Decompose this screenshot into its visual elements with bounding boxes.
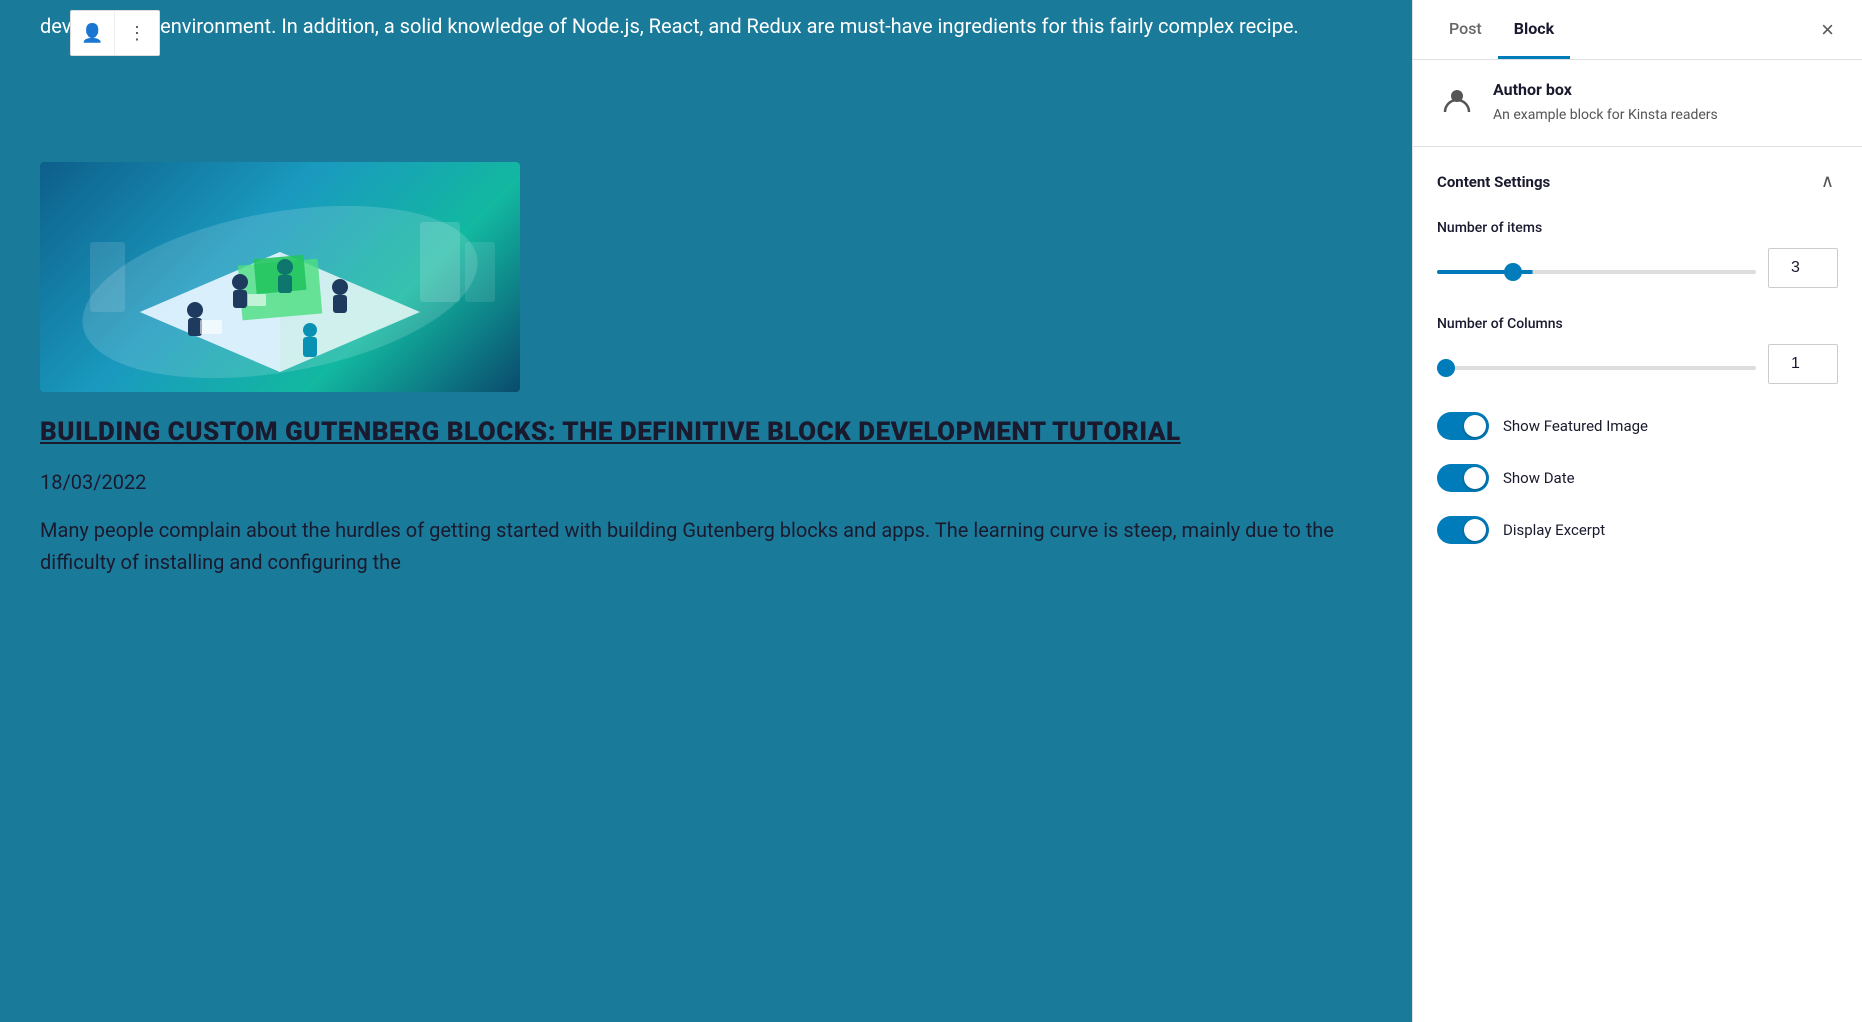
items-slider-row: 3 [1437,248,1838,288]
section-header: Content Settings ∧ [1437,167,1838,196]
show-featured-image-label: Show Featured Image [1503,417,1648,435]
show-featured-image-toggle[interactable] [1437,412,1489,440]
toggle-knob-date [1464,467,1486,489]
toggle-knob-excerpt [1464,519,1486,541]
items-slider[interactable] [1437,270,1756,274]
show-date-toggle[interactable] [1437,464,1489,492]
columns-number-input[interactable]: 1 [1768,344,1838,384]
show-date-label: Show Date [1503,469,1575,487]
block-description: An example block for Kinsta readers [1493,105,1718,126]
display-excerpt-label: Display Excerpt [1503,521,1605,539]
content-area: 👤 ⋮ development environment. In addition… [0,0,1412,1022]
toolbar-user-button[interactable]: 👤 [71,11,115,55]
sidebar-tabs: Post Block × [1413,0,1862,60]
number-of-columns-label: Number of Columns [1437,316,1838,332]
close-button[interactable]: × [1813,13,1842,47]
tab-post[interactable]: Post [1433,1,1498,59]
toolbar-more-button[interactable]: ⋮ [115,11,159,55]
post-date: 18/03/2022 [40,470,1372,494]
number-of-items-setting: Number of items 3 [1437,220,1838,288]
columns-slider-row: 1 [1437,344,1838,384]
section-title: Content Settings [1437,173,1550,191]
columns-slider-container [1437,355,1756,374]
content-settings-section: Content Settings ∧ Number of items 3 Num… [1413,147,1862,588]
collapse-button[interactable]: ∧ [1817,167,1838,196]
show-date-row: Show Date [1437,464,1838,492]
sidebar: Post Block × Author box An example block… [1412,0,1862,1022]
toggle-knob-featured [1464,415,1486,437]
display-excerpt-row: Display Excerpt [1437,516,1838,544]
user-icon: 👤 [81,23,103,44]
post-title: BUILDING CUSTOM GUTENBERG BLOCKS: THE DE… [40,416,1372,450]
block-info-section: Author box An example block for Kinsta r… [1413,60,1862,147]
block-toolbar: 👤 ⋮ [70,10,160,56]
number-of-columns-setting: Number of Columns 1 [1437,316,1838,384]
columns-slider[interactable] [1437,366,1756,370]
number-of-items-label: Number of items [1437,220,1838,236]
items-slider-container [1437,259,1756,278]
intro-text: development environment. In addition, a … [40,10,1372,42]
chevron-up-icon: ∧ [1821,171,1834,191]
more-icon: ⋮ [128,23,146,44]
content-inner: development environment. In addition, a … [0,0,1412,598]
items-number-input[interactable]: 3 [1768,248,1838,288]
post-excerpt: Many people complain about the hurdles o… [40,514,1372,578]
display-excerpt-toggle[interactable] [1437,516,1489,544]
featured-image [40,162,520,392]
block-icon [1437,80,1477,120]
show-featured-image-row: Show Featured Image [1437,412,1838,440]
block-name: Author box [1493,80,1718,99]
tab-block[interactable]: Block [1498,1,1570,59]
block-info-text: Author box An example block for Kinsta r… [1493,80,1718,126]
